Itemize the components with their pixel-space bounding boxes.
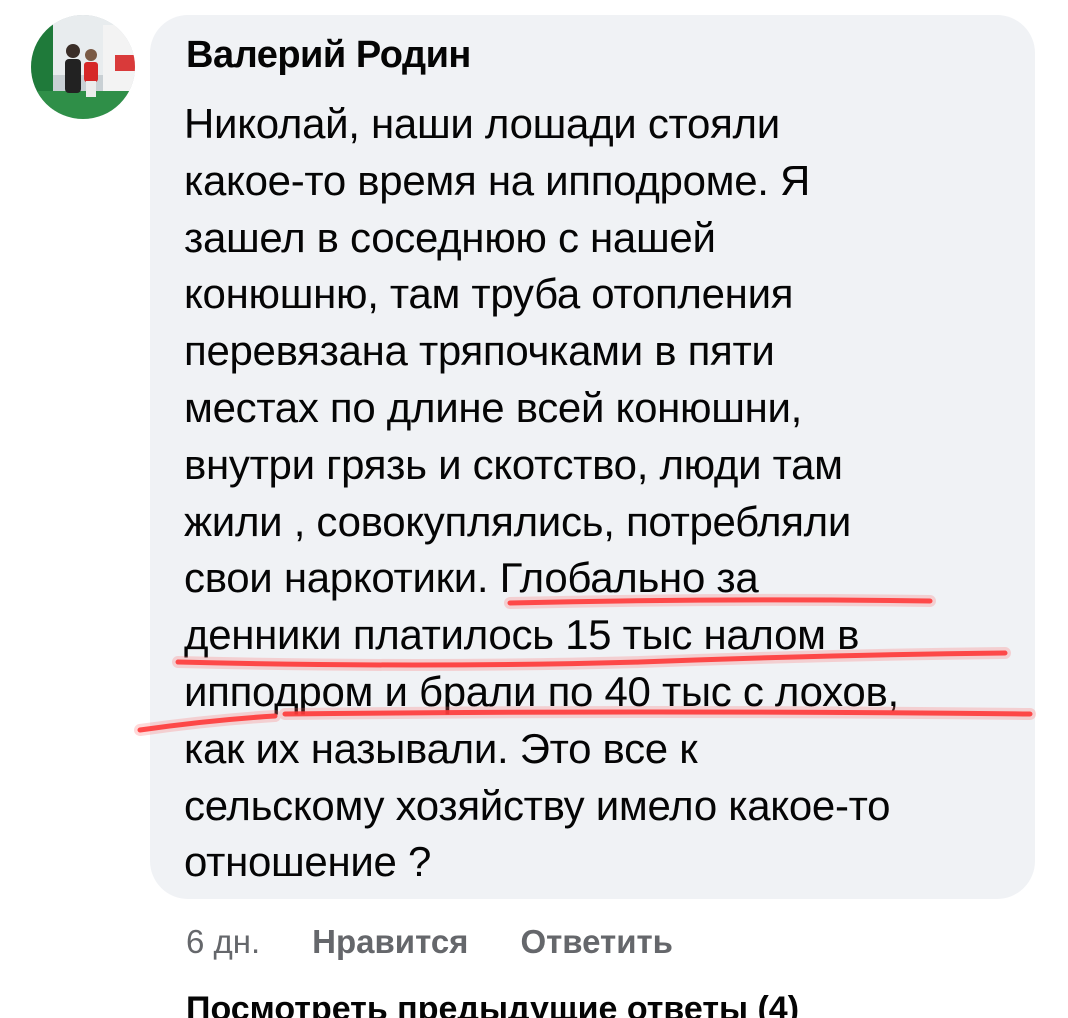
comment-author[interactable]: Валерий Родин (186, 34, 471, 77)
avatar[interactable] (31, 15, 135, 119)
like-button[interactable]: Нравится (312, 923, 468, 961)
view-previous-replies-link[interactable]: Посмотреть предыдущие ответы (4) (186, 990, 799, 1018)
comment-screen: Валерий Родин Николай, наши лошади стоял… (0, 0, 1068, 1018)
reply-button[interactable]: Ответить (520, 923, 673, 961)
avatar-photo-icon (31, 15, 135, 119)
comment-time[interactable]: 6 дн. (186, 923, 260, 961)
comment-text: Николай, наши лошади стояли какое-то вре… (184, 100, 899, 886)
comment-actions: 6 дн. Нравится Ответить (186, 920, 673, 964)
